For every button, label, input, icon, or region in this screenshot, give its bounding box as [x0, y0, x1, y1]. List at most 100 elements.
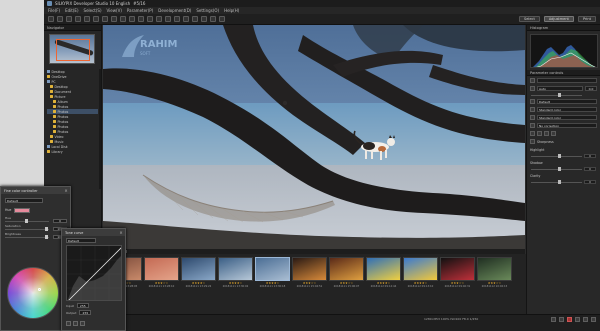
image-viewer[interactable] [103, 25, 525, 249]
auto-button[interactable]: Auto [537, 86, 583, 91]
fine-color-preset-select[interactable]: Default [5, 197, 43, 203]
menu-view[interactable]: View(V) [107, 8, 122, 13]
navigator-preview[interactable] [49, 34, 95, 64]
grid-view-icon[interactable] [84, 16, 90, 22]
batch-develop-icon[interactable] [183, 16, 189, 22]
fine-color-slider-knob[interactable] [45, 235, 48, 239]
color-select[interactable]: Standard color [537, 107, 597, 112]
noise-icon[interactable] [530, 123, 535, 128]
next-icon[interactable] [583, 317, 588, 322]
white-balance-icon[interactable] [530, 99, 535, 104]
exposure-icon[interactable] [530, 86, 535, 91]
develop-icon[interactable] [174, 16, 180, 22]
adjustment-mode-button[interactable]: Adjustment [543, 16, 574, 22]
rate-icon[interactable] [551, 317, 556, 322]
target-color-swatch[interactable] [14, 207, 31, 213]
redo-icon[interactable] [75, 16, 81, 22]
menu-file[interactable]: File(F) [48, 8, 60, 13]
star-rating-icon[interactable] [129, 16, 135, 22]
color-icon[interactable] [530, 107, 535, 112]
histogram-toggle-icon[interactable] [210, 16, 216, 22]
taste-select[interactable] [537, 78, 597, 83]
histogram-header[interactable]: Histogram [527, 25, 600, 31]
filmstrip-thumbnail[interactable]: ★★★★☆ 20181111 13:30:18 [255, 257, 290, 307]
filmstrip-thumbnail[interactable]: ★★★☆☆ 20181111 15:06:07 [329, 257, 364, 307]
parameter-slider-value[interactable]: 0 [584, 180, 596, 184]
reset-icon[interactable] [80, 321, 85, 326]
filmstrip-thumbnail[interactable]: ★★★☆☆ 20181112 09:40:31 [440, 257, 475, 307]
parameter-controls-header[interactable]: Parameter controls [527, 70, 600, 76]
fit-icon[interactable] [201, 16, 207, 22]
tone-icon[interactable] [530, 115, 535, 120]
exposure-value[interactable]: 0.0 [585, 86, 597, 91]
undo-icon[interactable] [66, 16, 72, 22]
filmstrip-thumbnail[interactable]: ★★★☆☆ 20181111 13:28:10 [144, 257, 179, 307]
tone-curve-preset-select[interactable]: Default [66, 238, 96, 243]
taste-icon[interactable] [530, 78, 535, 83]
menu-select[interactable]: Select(S) [84, 8, 102, 13]
tone-curve-graph[interactable] [66, 245, 122, 301]
zoom-icon[interactable] [192, 16, 198, 22]
sharpness-icon[interactable] [530, 139, 535, 144]
filmstrip-thumbnail[interactable]: ★★★★☆ 20181111 13:30:02 [218, 257, 253, 307]
close-icon[interactable]: × [119, 230, 123, 235]
menu-settings[interactable]: Settings(O) [196, 8, 219, 13]
rotate-tool-icon[interactable] [544, 131, 549, 136]
rotate-left-icon[interactable] [111, 16, 117, 22]
exposure-slider-knob[interactable] [558, 93, 561, 97]
filmstrip-thumbnail[interactable]: ★★★☆☆ 20181111 15:04:51 [292, 257, 327, 307]
tone-input-value[interactable]: 255 [76, 303, 89, 308]
fine-color-slider[interactable]: Saturation 100 [5, 224, 67, 231]
parameter-slider-knob[interactable] [558, 180, 561, 184]
color-wheel[interactable] [7, 267, 59, 319]
tone-curve-header[interactable]: Tone curve × [62, 229, 125, 236]
rotate-right-icon[interactable] [120, 16, 126, 22]
folder-tree-scrollbar[interactable] [99, 69, 101, 189]
filmstrip-thumbnail[interactable]: ★★★★☆ 20181111 13:29:22 [181, 257, 216, 307]
parameter-slider-knob[interactable] [558, 154, 561, 158]
mark-icon[interactable] [559, 317, 564, 322]
fine-color-slider[interactable]: Brightness 100 [5, 232, 67, 239]
menu-development[interactable]: Development(D) [158, 8, 191, 13]
color-wheel-picker[interactable] [38, 288, 41, 291]
reject-icon[interactable] [567, 317, 572, 322]
parameter-slider[interactable]: 0 [531, 154, 596, 158]
parameter-slider-value[interactable]: 0 [584, 154, 596, 158]
parameter-slider[interactable]: 0 [531, 180, 596, 184]
crop-tool-icon[interactable] [551, 131, 556, 136]
select-mode-button[interactable]: Select [519, 16, 540, 22]
open-folder-icon[interactable] [48, 16, 54, 22]
filmstrip-thumbnail[interactable]: ★★★★☆ 20181112 09:13:10 [403, 257, 438, 307]
menu-parameter[interactable]: Parameter(P) [127, 8, 153, 13]
fine-color-slider-knob[interactable] [25, 219, 28, 223]
close-icon[interactable]: × [64, 188, 68, 193]
lens-tool-icon[interactable] [537, 131, 542, 136]
info-icon[interactable] [219, 16, 225, 22]
white-balance-select[interactable]: Default [537, 99, 597, 104]
folder-tree-item[interactable]: Library [47, 149, 98, 154]
crop-icon[interactable] [147, 16, 153, 22]
point-icon[interactable] [73, 321, 78, 326]
navigator-view-frame[interactable] [56, 39, 90, 61]
fine-color-slider-knob[interactable] [45, 227, 48, 231]
mark-icon[interactable] [138, 16, 144, 22]
navigator-header[interactable]: Navigator [44, 25, 101, 31]
tone-output-value[interactable]: 255 [79, 310, 92, 315]
parameter-slider-value[interactable]: 0 [584, 167, 596, 171]
filmstrip-thumbnail[interactable]: ★★★☆☆ 20181112 10:02:15 [477, 257, 512, 307]
save-icon[interactable] [57, 16, 63, 22]
parameter-slider[interactable]: 0 [531, 167, 596, 171]
parameter-slider-knob[interactable] [558, 167, 561, 171]
single-view-icon[interactable] [93, 16, 99, 22]
menu-edit[interactable]: Edit(E) [65, 8, 78, 13]
partial-correction-icon[interactable] [165, 16, 171, 22]
curve-icon[interactable] [66, 321, 71, 326]
tone-select[interactable]: Standard color [537, 115, 597, 120]
menu-help[interactable]: Help(H) [224, 8, 239, 13]
prev-icon[interactable] [575, 317, 580, 322]
noise-select[interactable]: No correction [537, 123, 597, 128]
fine-color-slider[interactable]: Hue 0 [5, 216, 67, 223]
fine-color-slider-value[interactable]: 0 [53, 218, 67, 223]
compare-view-icon[interactable] [102, 16, 108, 22]
sharpen-tool-icon[interactable] [530, 131, 535, 136]
